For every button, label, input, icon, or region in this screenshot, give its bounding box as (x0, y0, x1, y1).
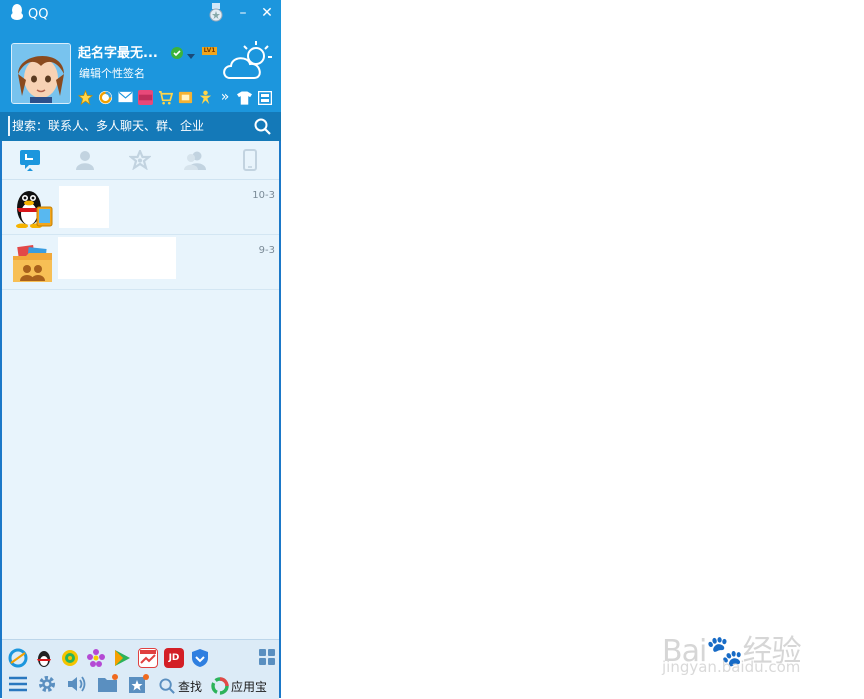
tab-messages[interactable] (2, 141, 57, 179)
chat-bubble-icon (19, 150, 40, 171)
window-title: QQ (10, 4, 48, 24)
shopping-cart-icon[interactable] (157, 89, 173, 105)
photo-flower-icon[interactable] (86, 648, 106, 668)
stock-chart-icon[interactable] (138, 648, 158, 668)
shared-folder-icon (12, 242, 54, 284)
game-figure-icon[interactable] (197, 89, 213, 105)
avatar[interactable] (11, 43, 71, 104)
main-panel: 10-3 9-3 (2, 141, 279, 639)
signature-field[interactable]: 编辑个性签名 (79, 65, 145, 81)
wallet-icon[interactable] (177, 89, 193, 105)
video-play-icon[interactable] (112, 648, 132, 668)
level-badge[interactable]: LV1 (202, 47, 217, 55)
conversation-name-area (59, 186, 109, 228)
group-icon (183, 151, 206, 170)
search-bar (0, 112, 281, 141)
more-apps-button[interactable]: » (217, 89, 233, 105)
tab-favorites[interactable] (112, 141, 167, 179)
person-icon (75, 151, 94, 170)
tab-bar (2, 141, 279, 179)
conversation-row[interactable]: 10-3 (2, 180, 279, 235)
app-grid-icon[interactable] (258, 648, 276, 670)
tab-devices[interactable] (222, 141, 277, 179)
qzone-icon[interactable] (97, 89, 113, 105)
app-shortcuts: JD (8, 648, 210, 668)
main-menu-icon[interactable] (8, 675, 28, 697)
qq-penguin-icon (10, 4, 24, 24)
search-input[interactable] (8, 116, 252, 136)
watermark-url: jingyan.baidu.com (662, 658, 801, 676)
bottom-toolbar: 查找 应用宝 (8, 674, 267, 698)
conversation-name-area (58, 237, 176, 279)
qq-music-icon[interactable] (60, 648, 80, 668)
tab-contacts[interactable] (57, 141, 112, 179)
skin-tshirt-icon[interactable] (237, 90, 252, 109)
file-folder-icon[interactable] (97, 674, 119, 698)
search-icon[interactable] (254, 118, 272, 136)
favorite-star-icon[interactable] (77, 89, 93, 105)
conversation-row[interactable]: 9-3 (2, 235, 279, 290)
qq-main-window: QQ – ✕ 起名字最无... LV1 编辑个性签名 » 搜索：联系人、多人聊天… (0, 0, 281, 699)
qq-penguin-device-icon (12, 186, 54, 229)
message-manager-icon[interactable] (257, 90, 273, 109)
weather-icon[interactable] (222, 38, 274, 86)
star-icon (128, 150, 151, 170)
qq-browser-icon[interactable] (8, 648, 28, 668)
nickname[interactable]: 起名字最无... (78, 42, 158, 61)
phone-icon (242, 149, 257, 171)
status-dropdown-icon[interactable] (187, 45, 195, 64)
conversation-date: 10-3 (252, 190, 275, 201)
magnifier-icon (159, 677, 175, 694)
online-status-icon[interactable] (171, 44, 183, 63)
baidu-watermark: Bai🐾经验 jingyan.baidu.com (662, 606, 822, 686)
minimize-button[interactable]: – (234, 4, 252, 22)
conversation-date: 9-3 (258, 245, 275, 256)
qq-game-penguin-icon[interactable] (34, 648, 54, 668)
app-manager-star-icon[interactable] (128, 674, 150, 698)
bottom-bar: JD 查找 应用宝 (2, 639, 279, 699)
settings-gear-icon[interactable] (37, 674, 57, 698)
find-label: 查找 (178, 679, 203, 694)
profile-header: QQ – ✕ 起名字最无... LV1 编辑个性签名 » (0, 0, 281, 112)
jd-icon[interactable]: JD (164, 648, 184, 668)
close-button[interactable]: ✕ (258, 4, 276, 22)
app-store-icon (211, 677, 229, 695)
volume-icon[interactable] (66, 674, 88, 698)
medal-icon[interactable] (208, 3, 224, 27)
tab-groups[interactable] (167, 141, 222, 179)
security-shield-icon[interactable] (190, 648, 210, 668)
app-center-icon[interactable] (137, 89, 153, 105)
app-store-label: 应用宝 (231, 679, 268, 694)
find-button[interactable]: 查找 (159, 677, 203, 695)
window-title-text: QQ (28, 6, 49, 22)
mail-icon[interactable] (117, 89, 133, 105)
app-store-button[interactable]: 应用宝 (211, 677, 267, 695)
profile-toolbar: » (77, 89, 233, 105)
